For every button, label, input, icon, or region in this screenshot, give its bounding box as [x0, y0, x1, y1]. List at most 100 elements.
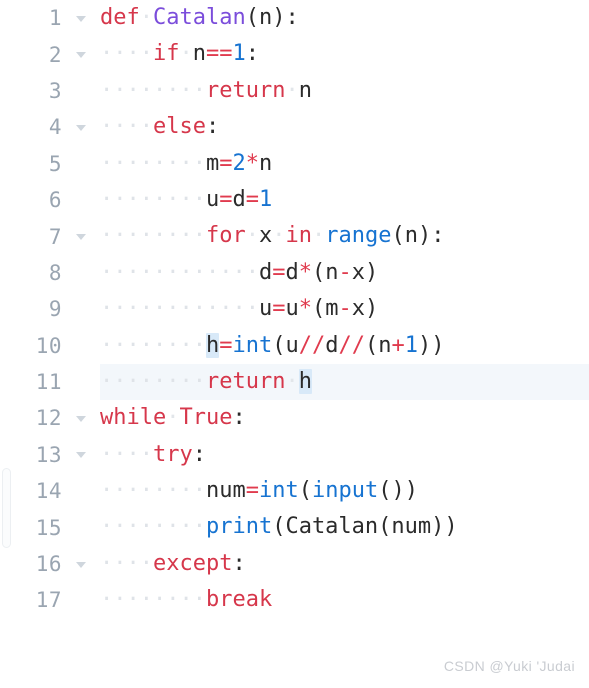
line-number[interactable]: 10	[0, 334, 62, 358]
indent-guide: ········	[100, 514, 206, 540]
code-line[interactable]: 14 ········num=int(input())	[0, 473, 589, 509]
number-token: 2	[232, 150, 246, 176]
indent-guide: ········	[100, 332, 206, 358]
line-content[interactable]: ····try:	[100, 437, 589, 473]
code-line[interactable]: 8 ············d=d*(n-x)	[0, 255, 589, 291]
number-token: 1	[232, 41, 246, 67]
code-line[interactable]: 13 ····try:	[0, 437, 589, 473]
line-content[interactable]: ········return·n	[100, 73, 589, 109]
builtin-token: input	[311, 478, 379, 504]
plain-token: d	[232, 186, 246, 212]
line-number[interactable]: 13	[0, 443, 62, 467]
line-number[interactable]: 3	[0, 79, 62, 103]
fold-toggle[interactable]	[62, 233, 100, 241]
indent-guide: ········	[100, 587, 206, 613]
number-token: 1	[404, 332, 418, 358]
operator-token: +	[391, 332, 405, 358]
line-number[interactable]: 12	[0, 406, 62, 430]
space-dot: ·	[179, 41, 193, 67]
indent-guide: ····	[100, 550, 153, 576]
operator-token: *	[298, 296, 312, 322]
code-line[interactable]: 7 ········for·x·in·range(n):	[0, 218, 589, 254]
line-content[interactable]: ········num=int(input())	[100, 473, 589, 509]
line-content[interactable]: ········m=2*n	[100, 146, 589, 182]
line-number[interactable]: 2	[0, 43, 62, 67]
line-content[interactable]: ········return·h	[100, 364, 589, 400]
line-content[interactable]: ············d=d*(n-x)	[100, 255, 589, 291]
plain-token: :	[232, 405, 246, 431]
line-number[interactable]: 17	[0, 588, 62, 612]
builtin-token: print	[205, 514, 273, 540]
keyword-token: True	[179, 405, 233, 431]
plain-token: m	[205, 150, 220, 176]
fold-toggle[interactable]	[62, 124, 100, 131]
line-number[interactable]: 8	[0, 261, 62, 285]
line-content[interactable]: def·Catalan(n):	[100, 0, 589, 36]
plain-token: d	[325, 332, 339, 358]
plain-token: x	[258, 223, 273, 249]
operator-token: =	[219, 186, 233, 212]
code-line[interactable]: 12 while·True:	[0, 400, 589, 436]
line-content[interactable]: ········break	[100, 582, 589, 618]
chevron-down-icon	[76, 124, 86, 131]
keyword-token: try	[152, 441, 193, 467]
space-dot: ·	[285, 368, 299, 394]
indent-guide: ········	[100, 186, 206, 212]
indent-guide: ········	[100, 368, 206, 394]
plain-token: (n	[364, 332, 392, 358]
code-line[interactable]: 6 ········u=d=1	[0, 182, 589, 218]
line-number[interactable]: 11	[0, 370, 62, 394]
code-line[interactable]: 16 ····except:	[0, 546, 589, 582]
line-number[interactable]: 7	[0, 225, 62, 249]
line-content[interactable]: while·True:	[100, 400, 589, 436]
plain-token: u	[205, 186, 220, 212]
line-number[interactable]: 4	[0, 115, 62, 139]
code-line[interactable]: 17 ········break	[0, 582, 589, 618]
line-content[interactable]: ········for·x·in·range(n):	[100, 218, 589, 254]
code-line[interactable]: 11 ········return·h	[0, 363, 589, 401]
plain-token: d	[285, 259, 299, 285]
code-line[interactable]: 3 ········return·n	[0, 73, 589, 109]
space-dot: ·	[311, 223, 326, 249]
operator-token: *	[245, 150, 259, 176]
line-content[interactable]: ····else:	[100, 109, 589, 145]
line-content[interactable]: ········u=d=1	[100, 182, 589, 218]
chevron-down-icon	[76, 15, 86, 22]
line-content[interactable]: ····except:	[100, 546, 589, 582]
code-line[interactable]: 9 ············u=u*(m-x)	[0, 291, 589, 327]
indent-guide: ············	[100, 259, 259, 285]
plain-token: u	[285, 296, 299, 322]
line-number[interactable]: 1	[0, 6, 62, 30]
code-line[interactable]: 4 ····else:	[0, 109, 589, 145]
chevron-down-icon	[76, 415, 86, 422]
space-dot: ·	[285, 77, 299, 103]
line-number[interactable]: 9	[0, 297, 62, 321]
line-content[interactable]: ········print(Catalan(num))	[100, 509, 589, 545]
fold-toggle[interactable]	[62, 451, 100, 459]
fold-toggle[interactable]	[62, 51, 100, 59]
fold-toggle[interactable]	[62, 15, 100, 22]
watermark-label: CSDN @Yuki 'Judai	[443, 658, 575, 674]
line-content[interactable]: ····if·n==1:	[100, 36, 589, 72]
plain-token: (m	[311, 296, 339, 322]
line-number[interactable]: 6	[0, 188, 62, 212]
code-line[interactable]: 2 ····if·n==1:	[0, 36, 589, 72]
fold-toggle[interactable]	[62, 561, 100, 568]
code-line-list[interactable]: 1 def·Catalan(n): 2 ····if·n==1: 3 ········re…	[0, 0, 589, 619]
line-content[interactable]: ············u=u*(m-x)	[100, 291, 589, 327]
code-line[interactable]: 5 ········m=2*n	[0, 146, 589, 182]
code-line[interactable]: 10 ········h=int(u//d//(n+1))	[0, 328, 589, 364]
fold-toggle[interactable]	[62, 415, 100, 422]
operator-token: //	[338, 332, 365, 358]
code-editor[interactable]: 1 def·Catalan(n): 2 ····if·n==1: 3 ········re…	[0, 0, 589, 688]
vertical-scrollbar-thumb[interactable]	[2, 468, 11, 548]
line-number[interactable]: 5	[0, 152, 62, 176]
line-number[interactable]: 16	[0, 552, 62, 576]
operator-token: -	[338, 259, 352, 285]
line-content[interactable]: ········h=int(u//d//(n+1))	[100, 328, 589, 364]
code-line[interactable]: 15 ········print(Catalan(num))	[0, 509, 589, 545]
operator-token: *	[298, 259, 312, 285]
keyword-token: while	[100, 405, 167, 431]
code-line[interactable]: 1 def·Catalan(n):	[0, 0, 589, 36]
